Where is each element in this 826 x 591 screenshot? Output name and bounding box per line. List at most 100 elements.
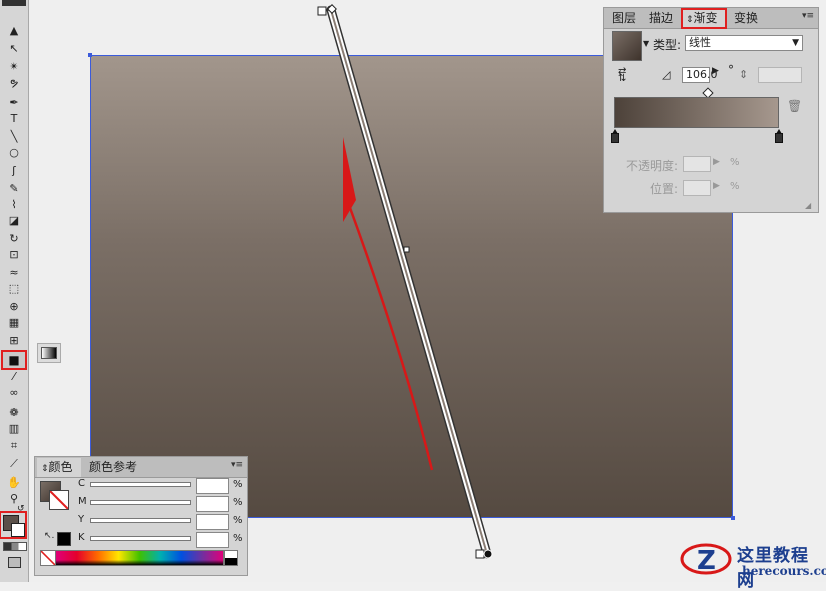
tab-gradient[interactable]: ⇕渐变 <box>681 8 727 29</box>
location-label: 位置: <box>650 182 679 196</box>
channel-label-y: Y <box>78 514 85 525</box>
shape-builder-icon[interactable]: ⊕ <box>3 298 25 314</box>
channel-label-k: K <box>78 532 85 543</box>
warp-icon[interactable]: ≈ <box>3 264 25 280</box>
opacity-label: 不透明度: <box>626 159 679 173</box>
gradient-end-point <box>483 549 493 559</box>
magic-wand-icon[interactable]: ✴ <box>3 58 25 74</box>
resize-grip-icon[interactable]: ◢ <box>805 201 811 210</box>
location-stepper-icon: ▶ <box>713 181 720 191</box>
gradient-midpoint-handle <box>403 246 410 253</box>
gradient-swatch-dropdown-icon[interactable]: ▼ <box>643 39 649 48</box>
pen-tool-icon[interactable]: ✒ <box>3 94 25 110</box>
eraser-icon[interactable]: ◪ <box>3 212 25 228</box>
tools-panel: ▲ ↖ ✴ ຯ ✒ T ╲ ○ ʃ ✎ ⌇ ◪ ↻ ⊡ ≈ ⬚ ⊕ ▦ ⊞ ■ ⁄ ∞ ❁ ▥ ⌗ ⟋ ✋ ⚲ <box>0 0 29 582</box>
angle-icon: ◿ <box>662 68 671 81</box>
opacity-stepper-icon: ▶ <box>713 157 720 167</box>
type-tool-icon[interactable]: T <box>3 110 25 126</box>
reverse-gradient-icon[interactable]: ⇄ ⇅ <box>618 67 632 84</box>
type-label: 类型: <box>653 38 682 52</box>
tab-gradient-label: 渐变 <box>693 11 718 25</box>
paintbrush-icon[interactable]: ʃ <box>3 162 25 178</box>
blend-icon[interactable]: ∞ <box>3 384 25 400</box>
channel-label-m: M <box>78 496 87 507</box>
tab-collapse-icon: ⇕ <box>686 15 694 25</box>
angle-field[interactable]: 106.0 <box>682 67 718 83</box>
eyedropper-icon[interactable]: ⁄ <box>3 368 25 384</box>
slice-icon[interactable]: ⟋ <box>3 456 25 472</box>
tab-color-guide[interactable]: 颜色参考 <box>85 458 141 477</box>
delete-stop-icon[interactable]: 🗑 <box>787 99 802 113</box>
selection-tool-icon[interactable]: ▲ <box>3 22 25 38</box>
svg-text:Z: Z <box>697 546 716 576</box>
artboard-icon[interactable]: ⌗ <box>3 438 25 454</box>
column-graph-icon[interactable]: ▥ <box>3 420 25 436</box>
tab-collapse-icon: ⇕ <box>41 464 49 474</box>
panel-grip[interactable] <box>2 0 26 6</box>
location-field <box>683 180 711 196</box>
none-swatch[interactable] <box>40 550 56 566</box>
panel-menu-icon[interactable]: ▾≡ <box>231 460 243 470</box>
panel-menu-icon[interactable]: ▾≡ <box>802 11 814 21</box>
channel-unit: % <box>233 515 243 526</box>
type-select[interactable]: 线性 ▼ <box>685 35 803 51</box>
channel-slider-m[interactable] <box>90 500 191 505</box>
gradient-stop-left[interactable] <box>611 129 619 143</box>
channel-slider-k[interactable] <box>90 536 191 541</box>
tab-color[interactable]: ⇕颜色 <box>37 458 81 477</box>
channel-field-m[interactable] <box>196 496 229 512</box>
gradient-tool-flyout[interactable] <box>37 343 61 363</box>
rotate-icon[interactable]: ↻ <box>3 230 25 246</box>
symbol-sprayer-icon[interactable]: ❁ <box>3 404 25 420</box>
ellipse-tool-icon[interactable]: ○ <box>3 144 25 160</box>
color-mode-icons[interactable] <box>3 542 27 551</box>
swap-icon[interactable]: ↺ <box>17 504 25 514</box>
out-of-gamut-icon[interactable]: ↖. <box>44 531 54 541</box>
opacity-percent: % <box>730 157 740 168</box>
aspect-ratio-icon: ⇕ <box>739 68 749 81</box>
gradient-swatch[interactable] <box>612 31 642 61</box>
channel-unit: % <box>233 479 243 490</box>
gradient-ramp[interactable] <box>614 97 779 128</box>
gradient-start-handle <box>317 6 327 16</box>
channel-label-c: C <box>78 478 85 489</box>
scale-icon[interactable]: ⊡ <box>3 246 25 262</box>
gradient-preview-icon <box>41 347 57 359</box>
tab-color-label: 颜色 <box>48 460 73 474</box>
free-transform-icon[interactable]: ⬚ <box>3 280 25 296</box>
hand-icon[interactable]: ✋ <box>3 474 25 490</box>
angle-stepper-icon[interactable]: ▶ <box>712 66 719 76</box>
tab-stroke[interactable]: 描边 <box>645 9 677 28</box>
tab-transform[interactable]: 变换 <box>730 9 762 28</box>
channel-slider-y[interactable] <box>90 518 191 523</box>
line-tool-icon[interactable]: ╲ <box>3 128 25 144</box>
gradient-panel-tabs: 图层 描边 ⇕渐变 变换 ▾≡ <box>604 8 818 29</box>
direct-selection-tool-icon[interactable]: ↖ <box>3 40 25 56</box>
type-select-value: 线性 <box>689 36 711 49</box>
perspective-grid-icon[interactable]: ▦ <box>3 314 25 330</box>
degree-label: ° <box>728 63 734 77</box>
location-percent: % <box>730 181 740 192</box>
tab-layers[interactable]: 图层 <box>608 9 640 28</box>
channel-unit: % <box>233 497 243 508</box>
fill-stroke-highlight <box>0 511 27 539</box>
lasso-icon[interactable]: ຯ <box>3 74 25 90</box>
blob-brush-icon[interactable]: ⌇ <box>3 196 25 212</box>
stroke-none-swatch[interactable] <box>49 490 69 510</box>
channel-field-k[interactable] <box>196 532 229 548</box>
red-arrow-stroke <box>347 204 434 471</box>
gradient-end-handle <box>475 549 485 559</box>
black-swatch[interactable] <box>57 532 71 546</box>
channel-unit: % <box>233 533 243 544</box>
white-black-swatch[interactable] <box>224 550 238 566</box>
mesh-icon[interactable]: ⊞ <box>3 332 25 348</box>
channel-slider-c[interactable] <box>90 482 191 487</box>
pencil-icon[interactable]: ✎ <box>3 180 25 196</box>
gradient-stop-right[interactable] <box>775 129 783 143</box>
channel-field-y[interactable] <box>196 514 229 530</box>
watermark-url: herecours.com <box>742 564 826 578</box>
channel-field-c[interactable] <box>196 478 229 494</box>
color-spectrum[interactable] <box>55 550 224 566</box>
screen-mode-icon[interactable] <box>8 557 21 568</box>
gradient-tool-icon[interactable]: ■ <box>1 350 27 370</box>
